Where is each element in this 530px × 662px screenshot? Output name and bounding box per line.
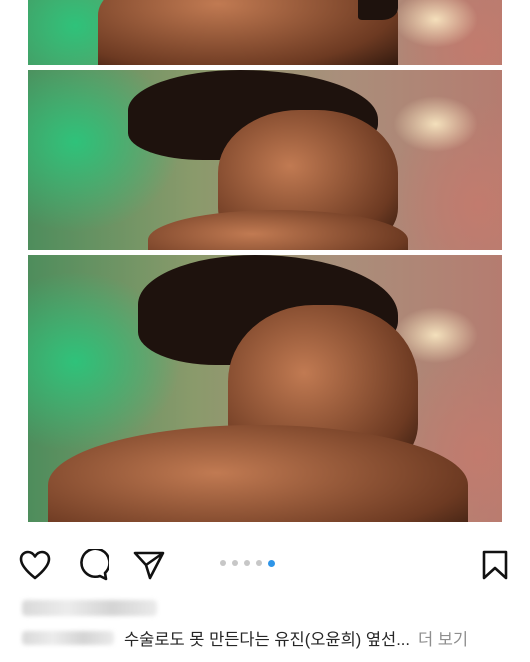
redacted-blur	[22, 631, 114, 645]
carousel-dot-active	[268, 559, 275, 567]
paper-plane-icon[interactable]	[132, 548, 166, 582]
profile-chin	[358, 0, 398, 20]
heart-icon[interactable]	[18, 548, 52, 582]
comment-bubble-icon[interactable]	[76, 548, 110, 582]
bookmark-icon[interactable]	[478, 548, 512, 582]
carousel-dot	[220, 560, 226, 566]
carousel-indicator	[220, 559, 275, 567]
caption-username-redacted[interactable]	[22, 629, 114, 647]
photo-frame-2	[28, 70, 502, 250]
post-caption: 수술로도 못 만든다는 유진(오윤희) 옆선... 더 보기	[22, 624, 522, 652]
post-media-carousel[interactable]	[28, 0, 502, 522]
more-link[interactable]: 더 보기	[418, 626, 468, 650]
carousel-dot	[256, 560, 262, 566]
photo-frame-1	[28, 0, 502, 65]
redacted-blur	[22, 600, 157, 616]
post-action-bar	[0, 540, 530, 586]
profile-shoulder	[98, 0, 398, 65]
carousel-dot	[244, 560, 250, 566]
photo-frame-3	[28, 255, 502, 522]
caption-text: 수술로도 못 만든다는 유진(오윤희) 옆선...	[124, 631, 410, 649]
carousel-dot	[232, 560, 238, 566]
likes-count-redacted[interactable]	[22, 596, 162, 620]
